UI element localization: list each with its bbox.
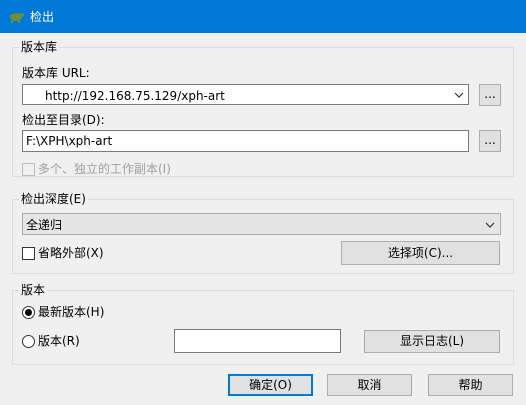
checkout-dialog: 版本库 版本库 URL: http://192.168.75.129/xph-a… <box>0 33 526 405</box>
head-revision-label: 最新版本(H) <box>38 305 105 319</box>
help-button[interactable]: 帮助 <box>428 374 513 396</box>
depth-group-caption: 检出深度(E) <box>19 192 88 206</box>
repository-group-caption: 版本库 <box>19 40 60 54</box>
url-label: 版本库 URL: <box>22 66 90 80</box>
radio-selected-dot <box>25 309 32 316</box>
depth-select[interactable]: 全递归 <box>22 213 501 235</box>
revision-number-input[interactable] <box>174 329 341 353</box>
head-revision-radio[interactable] <box>22 306 35 319</box>
chevron-down-icon[interactable] <box>485 221 495 229</box>
url-combobox[interactable]: http://192.168.75.129/xph-art <box>22 84 469 105</box>
ok-button[interactable]: 确定(O) <box>228 374 313 396</box>
multi-copy-checkbox[interactable] <box>22 163 35 176</box>
omit-externals-checkbox[interactable] <box>22 247 35 260</box>
revision-group: 版本 <box>12 283 514 365</box>
window-title: 检出 <box>30 10 55 24</box>
omit-externals-label: 省略外部(X) <box>38 246 104 260</box>
cancel-button[interactable]: 取消 <box>327 374 412 396</box>
url-value: http://192.168.75.129/xph-art <box>45 89 225 103</box>
depth-selected-value: 全递归 <box>26 218 63 232</box>
multi-copy-label: 多个、独立的工作副本(I) <box>38 162 171 176</box>
tortoise-icon <box>10 13 24 23</box>
checkout-dir-input[interactable]: F:\XPH\xph-art <box>22 130 469 152</box>
specific-revision-radio[interactable] <box>22 335 35 348</box>
checkout-dir-label: 检出至目录(D): <box>22 113 105 127</box>
choose-items-button[interactable]: 选择项(C)... <box>341 241 500 265</box>
dir-browse-button[interactable]: ... <box>479 130 501 152</box>
revision-group-caption: 版本 <box>19 283 48 297</box>
show-log-button[interactable]: 显示日志(L) <box>364 330 500 353</box>
specific-revision-label: 版本(R) <box>38 334 80 348</box>
chevron-down-icon[interactable] <box>454 91 464 99</box>
url-browse-button[interactable]: ... <box>479 84 501 106</box>
title-bar: 检出 <box>0 0 526 33</box>
